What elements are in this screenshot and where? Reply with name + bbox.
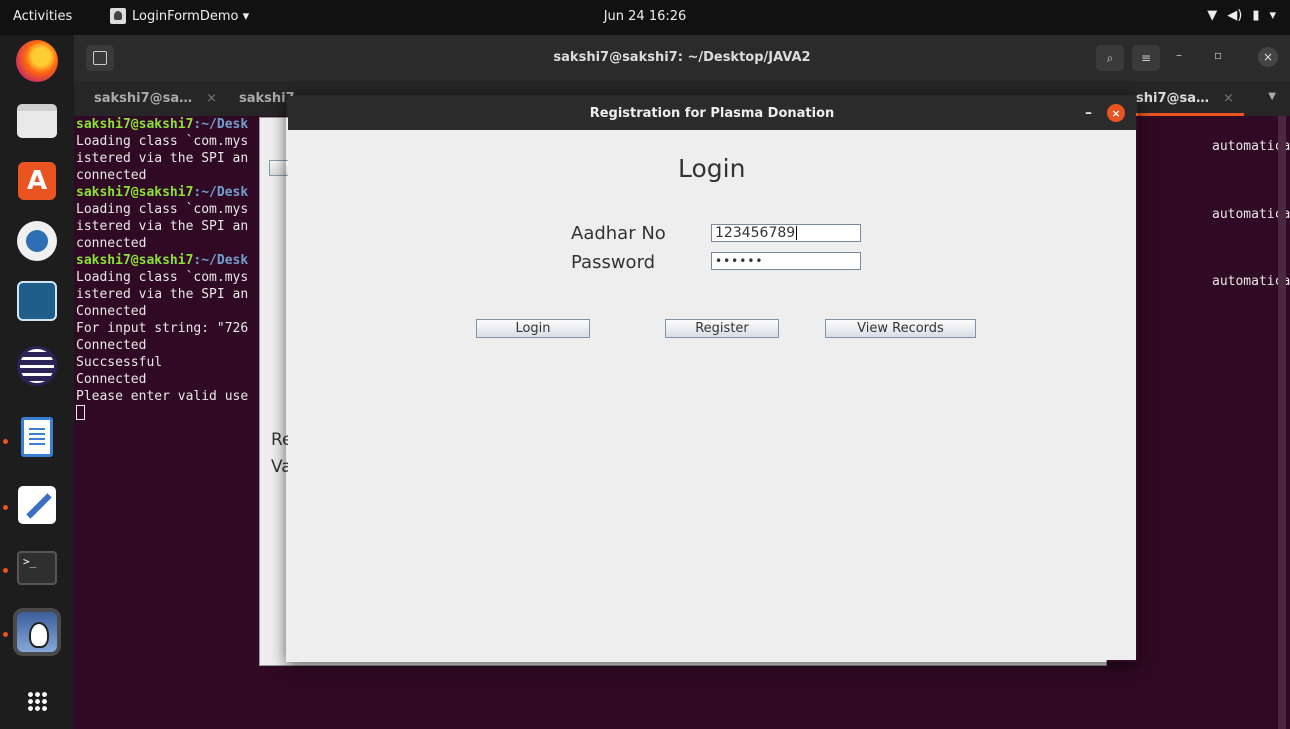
output-line: connected [76, 168, 147, 183]
text-caret [796, 226, 798, 240]
login-button[interactable]: Login [476, 319, 590, 338]
output-line: Succsessful [76, 355, 163, 370]
dock-mysql[interactable] [13, 277, 61, 325]
software-center-icon: A [18, 162, 56, 200]
wifi-icon: ▼ [1207, 8, 1218, 23]
menu-icon: ≡ [1140, 51, 1152, 65]
output-line: Loading class `com.mys [76, 270, 249, 285]
dock-eclipse[interactable] [13, 342, 61, 390]
writer-icon [21, 417, 53, 457]
menu-button[interactable]: ≡ [1132, 45, 1160, 71]
output-line: connected [76, 236, 147, 251]
prompt-line: sakshi7@sakshi7:~/Desk [76, 185, 249, 200]
dock: A >_ [0, 35, 74, 729]
output-line: Loading class `com.mys [76, 202, 249, 217]
dock-app-blue[interactable] [13, 217, 61, 265]
password-input[interactable]: •••••• [711, 252, 861, 270]
java-app-icon [110, 8, 126, 24]
app-menu-label: LoginFormDemo ▾ [132, 8, 250, 24]
terminal-close-button[interactable]: × [1258, 47, 1278, 67]
tab-close-icon[interactable]: × [1223, 91, 1234, 106]
output-line: For input string: "726 [76, 321, 249, 336]
eclipse-icon [17, 346, 57, 386]
password-label: Password [571, 252, 656, 273]
login-form: Login Aadhar No 123456789 Password •••••… [288, 130, 1136, 660]
dock-terminal[interactable]: >_ [13, 544, 61, 592]
prompt-line: sakshi7@sakshi7:~/Desk [76, 117, 249, 132]
output-line: Loading class `com.mys [76, 134, 249, 149]
terminal-maximize-button[interactable]: ▫ [1214, 48, 1222, 62]
dock-text-editor[interactable] [13, 481, 61, 529]
firefox-icon [16, 40, 58, 82]
dock-java[interactable] [13, 608, 61, 656]
terminal-tab[interactable]: sakshi7@sa… × [94, 91, 217, 106]
output-line: Connected [76, 304, 147, 319]
app-blue-icon [17, 221, 57, 261]
terminal-tab-active[interactable]: shi7@sa… × [1136, 91, 1234, 106]
dialog-title: Registration for Plasma Donation [589, 106, 835, 121]
running-indicator [3, 568, 8, 573]
aadhar-input[interactable]: 123456789 [711, 224, 861, 242]
top-bar: Activities LoginFormDemo ▾ Jun 24 16:26 … [0, 0, 1290, 35]
activities-button[interactable]: Activities [13, 9, 72, 24]
output-line: istered via the SPI an [76, 219, 249, 234]
terminal-icon: >_ [17, 551, 57, 585]
running-indicator [3, 632, 8, 637]
search-button[interactable]: ⌕ [1096, 45, 1124, 71]
grid-icon [27, 691, 47, 711]
dialog-minimize-button[interactable]: – [1085, 105, 1092, 121]
battery-icon: ▮ [1252, 8, 1260, 23]
tab-label: shi7@sa… [1136, 91, 1210, 106]
terminal-cursor [76, 405, 85, 420]
register-button[interactable]: Register [665, 319, 779, 338]
clock[interactable]: Jun 24 16:26 [604, 9, 687, 24]
output-line: Please enter valid use [76, 389, 249, 404]
terminal-minimize-button[interactable]: – [1176, 48, 1182, 62]
system-menu-chevron-icon: ▾ [1269, 8, 1276, 23]
system-tray[interactable]: ▼ ◀) ▮ ▾ [1207, 8, 1276, 23]
tabs-dropdown-chevron-icon[interactable]: ▼ [1268, 91, 1276, 102]
aadhar-value: 123456789 [715, 225, 796, 241]
dock-software[interactable]: A [13, 157, 61, 205]
prompt-line: sakshi7@sakshi7:~/Desk [76, 253, 249, 268]
output-line: Connected [76, 372, 147, 387]
dialog-close-button[interactable]: × [1107, 104, 1125, 122]
output-line: istered via the SPI an [76, 151, 249, 166]
tab-close-icon[interactable]: × [206, 91, 217, 106]
output-line: istered via the SPI an [76, 287, 249, 302]
volume-icon: ◀) [1227, 8, 1243, 23]
view-records-button[interactable]: View Records [825, 319, 976, 338]
terminal-header: sakshi7@sakshi7: ~/Desktop/JAVA2 ⌕ ≡ – ▫… [74, 35, 1290, 81]
dock-firefox[interactable] [13, 37, 61, 85]
search-icon: ⌕ [1106, 50, 1114, 65]
mysql-workbench-icon [17, 281, 57, 321]
running-indicator [3, 439, 8, 444]
output-line: Connected [76, 338, 147, 353]
dock-files[interactable] [13, 97, 61, 145]
show-apps-button[interactable] [13, 677, 61, 725]
dock-writer[interactable] [13, 413, 61, 461]
app-menu[interactable]: LoginFormDemo ▾ [110, 8, 249, 24]
aadhar-label: Aadhar No [571, 223, 666, 244]
text-editor-icon [18, 486, 56, 524]
tab-label: sakshi7@sa… [94, 91, 193, 106]
files-icon [17, 104, 57, 138]
java-icon [17, 612, 57, 652]
running-indicator [3, 505, 8, 510]
page-title: Login [678, 154, 746, 183]
dialog-title-bar[interactable]: Registration for Plasma Donation – × [288, 96, 1136, 130]
terminal-scrollbar[interactable] [1278, 116, 1286, 729]
